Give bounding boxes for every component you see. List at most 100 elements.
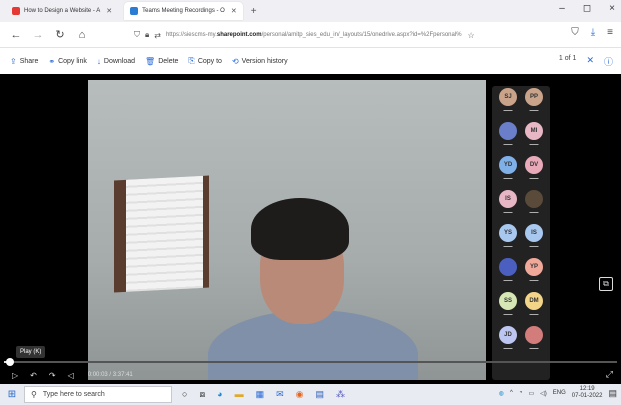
close-window-button[interactable]: × [609,3,615,14]
tab-label: Teams Meeting Recordings - O [142,8,225,14]
copy-link-button[interactable]: ⚭ Copy link [48,57,87,66]
file-explorer-icon[interactable]: ▬ [235,389,244,400]
clock[interactable]: 12:19 07-01-2022 [572,386,603,400]
avatar: SS [499,292,517,310]
speaker-icon[interactable]: ◁) [540,390,547,397]
pocket-icon[interactable]: ⛉ [571,27,579,38]
forward-icon[interactable]: ↷ [49,371,56,380]
download-button[interactable]: ↓ Download [97,57,135,66]
url-prefix: https://siescms-my. [165,32,217,38]
participant-name-placeholder: ▬▬▬ [529,244,539,248]
menu-icon[interactable]: ≡ [607,27,613,38]
fullscreen-icon[interactable]: ⤢ [606,369,613,380]
avatar: SJ [499,88,517,106]
trash-icon: 🗑 [145,56,156,66]
participant-name-placeholder: ▬▬▬ [503,278,513,282]
taskbar-search[interactable]: ⚲ Type here to search [24,386,172,403]
word-icon[interactable]: ▤ [316,389,325,400]
copy-icon: ⎘ [188,56,195,65]
avatar: IS [525,224,543,242]
participant-tile: YS ▬▬▬ [496,224,520,254]
windows-taskbar: ⊞ ⚲ Type here to search ○ ⧈ ◕ ▬ ▦ ✉ ◉ ▤ … [0,384,621,405]
volume-icon[interactable]: ◁ [68,371,74,380]
window-blinds-image [114,175,209,293]
participant-name-placeholder: ▬▬▬ [503,210,513,214]
participant-name-placeholder: ▬▬▬ [503,346,513,350]
video-frame[interactable] [88,80,486,380]
back-arrow-icon[interactable]: ← [10,29,22,41]
participant-tile: MI ▬▬▬ [522,122,546,152]
weather-icon[interactable]: ◍ [499,390,504,397]
participant-name-placeholder: ▬▬▬ [503,142,513,146]
share-button[interactable]: ⇪ Share [10,57,38,66]
edge-icon[interactable]: ◕ [217,389,222,400]
windows-start-icon[interactable]: ⊞ [0,389,24,400]
participant-tile: IS ▬▬▬ [522,224,546,254]
delete-button[interactable]: 🗑 Delete [145,57,178,66]
play-icon[interactable]: ▷ [12,371,18,380]
tab-teams-recordings[interactable]: Teams Meeting Recordings - O ✕ [124,2,243,20]
avatar: YP [525,258,543,276]
maximize-button[interactable]: ◻ [583,3,591,14]
participant-tile: YP ▬▬▬ [522,258,546,288]
avatar [499,122,517,140]
player-controls: ▷ ↶ ↷ ◁ 0:00:03 / 3:37:41 ⤢ [0,366,621,384]
cortana-icon[interactable]: ○ [182,389,187,400]
clock-time: 12:19 [579,386,595,392]
page-counter: 1 of 1 [558,55,577,62]
minimize-button[interactable]: – [559,3,565,14]
store-icon[interactable]: ▦ [256,389,265,400]
participant-tile: ▬▬▬ [496,258,520,288]
progress-handle[interactable] [6,358,15,366]
picture-in-picture-icon[interactable]: ⧉ [599,277,613,291]
window-controls: – ◻ × [559,3,615,14]
participant-tile: IS ▬▬▬ [496,190,520,220]
avatar [525,190,543,208]
home-icon[interactable]: ⌂ [76,29,88,41]
video-player[interactable]: SJ ▬▬▬ PP ▬▬▬ ▬▬▬ MI ▬▬▬ YD ▬▬▬ DV ▬▬▬ IS ▬▬▬ … [0,74,621,384]
info-icon[interactable]: ⓘ [604,55,613,68]
version-history-button[interactable]: ⟲ Version history [232,57,288,66]
copy-to-button[interactable]: ⎘ Copy to [188,56,222,66]
participant-name-placeholder: ▬▬▬ [529,278,539,282]
language-indicator[interactable]: ENG [553,390,566,396]
avatar: PP [525,88,543,106]
onedrive-favicon-icon [130,7,139,15]
new-tab-button[interactable]: + [251,6,257,17]
participant-tile: SJ ▬▬▬ [496,88,520,118]
play-tooltip: Play (K) [16,346,46,358]
rewind-icon[interactable]: ↶ [30,371,37,380]
battery-icon[interactable]: ▭ [528,390,534,397]
delete-label: Delete [158,57,179,65]
address-bar[interactable]: ⛉ 🔒︎ ⇄ https://siescms-my. sharepoint.com… [134,26,530,44]
firefox-icon[interactable]: ◉ [296,389,304,400]
reload-icon[interactable]: ↻ [54,28,66,41]
avatar: DV [525,156,543,174]
url-suffix: /personal/amitp_sies_edu_in/_layouts/15/… [261,32,462,38]
notifications-icon[interactable]: ▤ [608,388,617,399]
participant-tile: YD ▬▬▬ [496,156,520,186]
downloads-icon[interactable]: ⤓ [591,27,595,38]
avatar [499,258,517,276]
participant-tile: SS ▬▬▬ [496,292,520,322]
close-tab-icon[interactable]: ✕ [231,7,237,15]
avatar: DM [525,292,543,310]
teams-icon[interactable]: ⁂ [336,389,345,400]
taskbar-apps: ○ ⧈ ◕ ▬ ▦ ✉ ◉ ▤ ⁂ [182,389,345,400]
history-icon: ⟲ [231,56,239,66]
forward-arrow-icon[interactable]: → [32,29,44,41]
network-icon[interactable]: ◔ [519,390,523,396]
presenter-hair-image [251,198,349,260]
close-viewer-icon[interactable]: ✕ [586,55,594,68]
close-tab-icon[interactable]: ✕ [106,7,112,15]
bookmark-star-icon[interactable]: ☆ [468,31,475,40]
progress-bar[interactable] [4,358,617,366]
permissions-icon[interactable]: ⇄ [154,31,161,40]
link-icon: ⚭ [48,56,56,66]
url-domain: sharepoint.com [216,32,262,38]
mail-icon[interactable]: ✉ [276,389,284,400]
task-view-icon[interactable]: ⧈ [199,389,205,400]
tab-how-to-design[interactable]: How to Design a Website - A ✕ [6,2,118,20]
avatar: MI [525,122,543,140]
tray-expand-icon[interactable]: ^ [510,390,513,396]
